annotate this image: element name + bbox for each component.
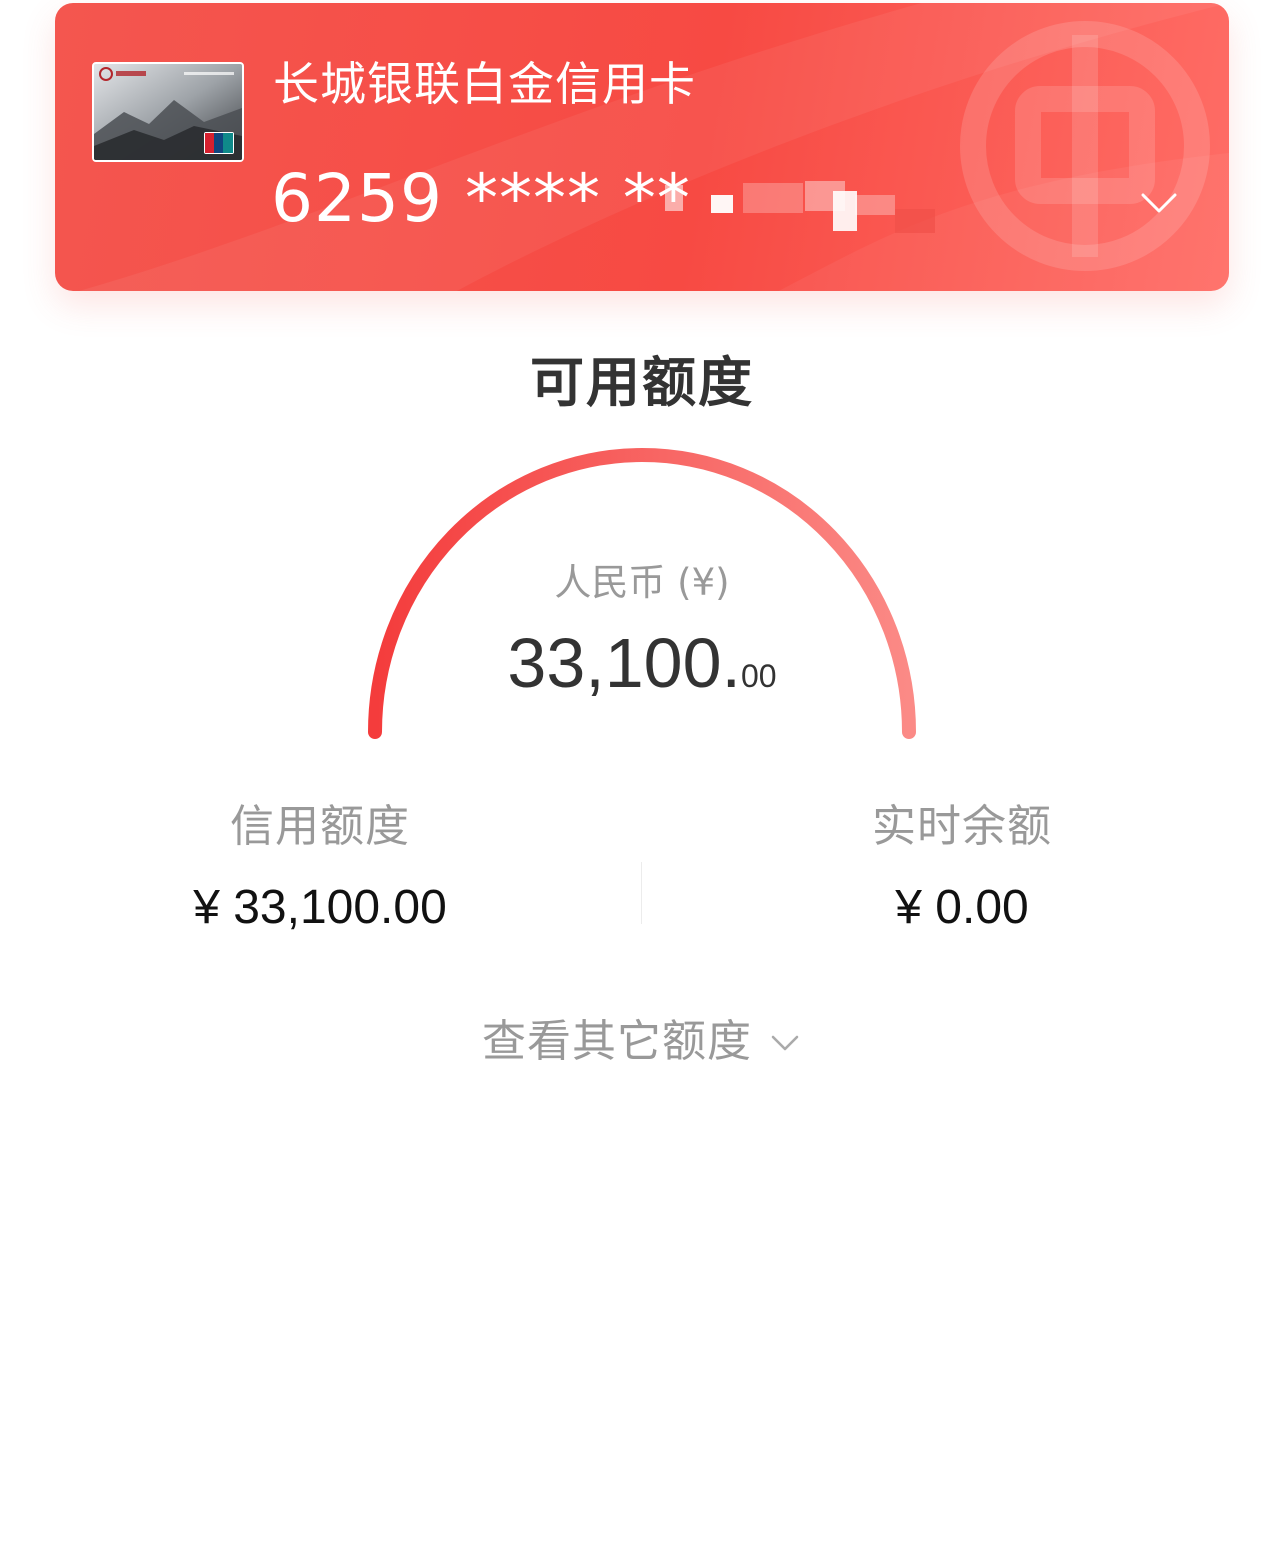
- credit-limit-value: ¥ 33,100.00: [193, 881, 447, 934]
- chevron-down-icon[interactable]: [1139, 183, 1179, 223]
- card-selector[interactable]: 长城银联白金信用卡 6259 **** **: [55, 3, 1229, 291]
- card-number: 6259 **** **: [271, 160, 691, 237]
- view-other-limits-button[interactable]: 查看其它额度: [0, 1020, 1284, 1064]
- view-other-limits-label: 查看其它额度: [482, 1016, 752, 1067]
- card-image: [92, 62, 244, 162]
- chevron-down-icon: [771, 1035, 799, 1051]
- realtime-balance-stat: 实时余额 ¥ 0.00: [762, 805, 1162, 932]
- stats-divider: [641, 862, 642, 924]
- credit-limit-label: 信用额度: [230, 801, 410, 852]
- redacted-card-digits: [665, 181, 935, 233]
- available-amount: 33,100.00: [0, 628, 1284, 698]
- available-amount-decimal: 00: [740, 658, 777, 694]
- available-credit-title: 可用额度: [530, 351, 754, 414]
- realtime-balance-value: ¥ 0.00: [895, 881, 1029, 934]
- credit-limit-stat: 信用额度 ¥ 33,100.00: [120, 805, 520, 932]
- realtime-balance-label: 实时余额: [872, 801, 1052, 852]
- available-amount-integer: 33,100.: [507, 624, 741, 702]
- bank-logo-icon: [960, 21, 1210, 271]
- currency-label: 人民币 (¥): [554, 561, 730, 604]
- card-name: 长城银联白金信用卡: [273, 57, 696, 111]
